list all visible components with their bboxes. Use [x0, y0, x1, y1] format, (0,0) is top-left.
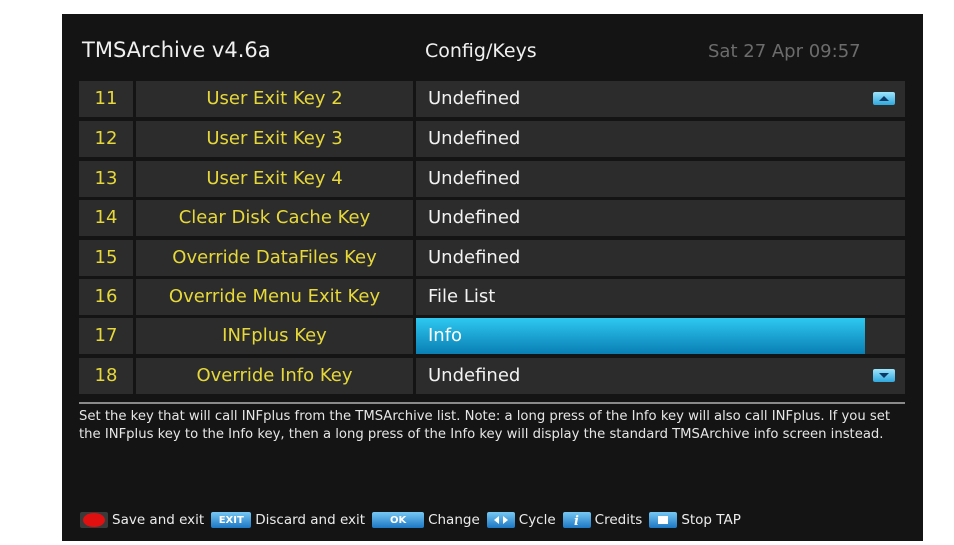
- row-number: 14: [79, 200, 133, 236]
- divider: [79, 402, 905, 404]
- scroll-down-icon[interactable]: [873, 369, 895, 382]
- config-row-17[interactable]: 17 INFplus Key Info: [79, 318, 905, 354]
- config-row-16[interactable]: 16 Override Menu Exit Key File List: [79, 279, 905, 315]
- row-number: 16: [79, 279, 133, 315]
- scroll-up-icon[interactable]: [873, 92, 895, 105]
- row-number: 11: [79, 81, 133, 117]
- config-row-12[interactable]: 12 User Exit Key 3 Undefined: [79, 121, 905, 157]
- credits-label: Credits: [594, 512, 643, 528]
- row-value-selected[interactable]: Info: [416, 318, 865, 354]
- config-row-14[interactable]: 14 Clear Disk Cache Key Undefined: [79, 200, 905, 236]
- row-number: 15: [79, 240, 133, 276]
- change-hint[interactable]: OK Change: [372, 512, 480, 528]
- row-value[interactable]: Undefined: [416, 81, 905, 117]
- row-value[interactable]: Undefined: [416, 161, 905, 197]
- footer-key-legend: Save and exit EXIT Discard and exit OK C…: [80, 510, 748, 530]
- left-right-arrows-icon: [486, 512, 515, 528]
- row-label: Clear Disk Cache Key: [136, 200, 413, 236]
- stop-tap-label: Stop TAP: [681, 512, 741, 528]
- row-number: 18: [79, 358, 133, 394]
- save-exit-label: Save and exit: [112, 512, 205, 528]
- row-label: Override Info Key: [136, 358, 413, 394]
- config-row-18[interactable]: 18 Override Info Key Undefined: [79, 358, 905, 394]
- stop-square-icon: [649, 512, 678, 528]
- clock: Sat 27 Apr 09:57: [708, 41, 861, 62]
- row-label: User Exit Key 2: [136, 81, 413, 117]
- row-label: User Exit Key 4: [136, 161, 413, 197]
- stop-tap-hint[interactable]: Stop TAP: [649, 512, 741, 528]
- row-value-tail: [865, 318, 905, 354]
- cycle-label: Cycle: [518, 512, 556, 528]
- config-row-13[interactable]: 13 User Exit Key 4 Undefined: [79, 161, 905, 197]
- row-number: 13: [79, 161, 133, 197]
- row-number: 12: [79, 121, 133, 157]
- row-value[interactable]: Undefined: [416, 121, 905, 157]
- row-value[interactable]: Undefined: [416, 240, 905, 276]
- row-label: Override DataFiles Key: [136, 240, 413, 276]
- change-label: Change: [428, 512, 480, 528]
- row-label: Override Menu Exit Key: [136, 279, 413, 315]
- exit-key-icon: EXIT: [211, 512, 252, 528]
- app-title: TMSArchive v4.6a: [82, 38, 271, 62]
- config-row-11[interactable]: 11 User Exit Key 2 Undefined: [79, 81, 905, 117]
- row-label: INFplus Key: [136, 318, 413, 354]
- row-value[interactable]: Undefined: [416, 358, 905, 394]
- row-number: 17: [79, 318, 133, 354]
- row-value[interactable]: Undefined: [416, 200, 905, 236]
- save-exit-hint[interactable]: Save and exit: [80, 512, 204, 528]
- help-text: Set the key that will call INFplus from …: [79, 409, 891, 442]
- info-i-icon: i: [562, 512, 591, 528]
- section-title: Config/Keys: [425, 40, 537, 62]
- config-row-15[interactable]: 15 Override DataFiles Key Undefined: [79, 240, 905, 276]
- row-value[interactable]: File List: [416, 279, 905, 315]
- row-label: User Exit Key 3: [136, 121, 413, 157]
- discard-exit-label: Discard and exit: [255, 512, 366, 528]
- discard-exit-hint[interactable]: EXIT Discard and exit: [211, 512, 365, 528]
- cycle-hint[interactable]: Cycle: [486, 512, 556, 528]
- ok-key-icon: OK: [372, 512, 425, 528]
- red-button-icon: [80, 512, 108, 528]
- credits-hint[interactable]: i Credits: [562, 512, 643, 528]
- svg-text:i: i: [574, 514, 579, 527]
